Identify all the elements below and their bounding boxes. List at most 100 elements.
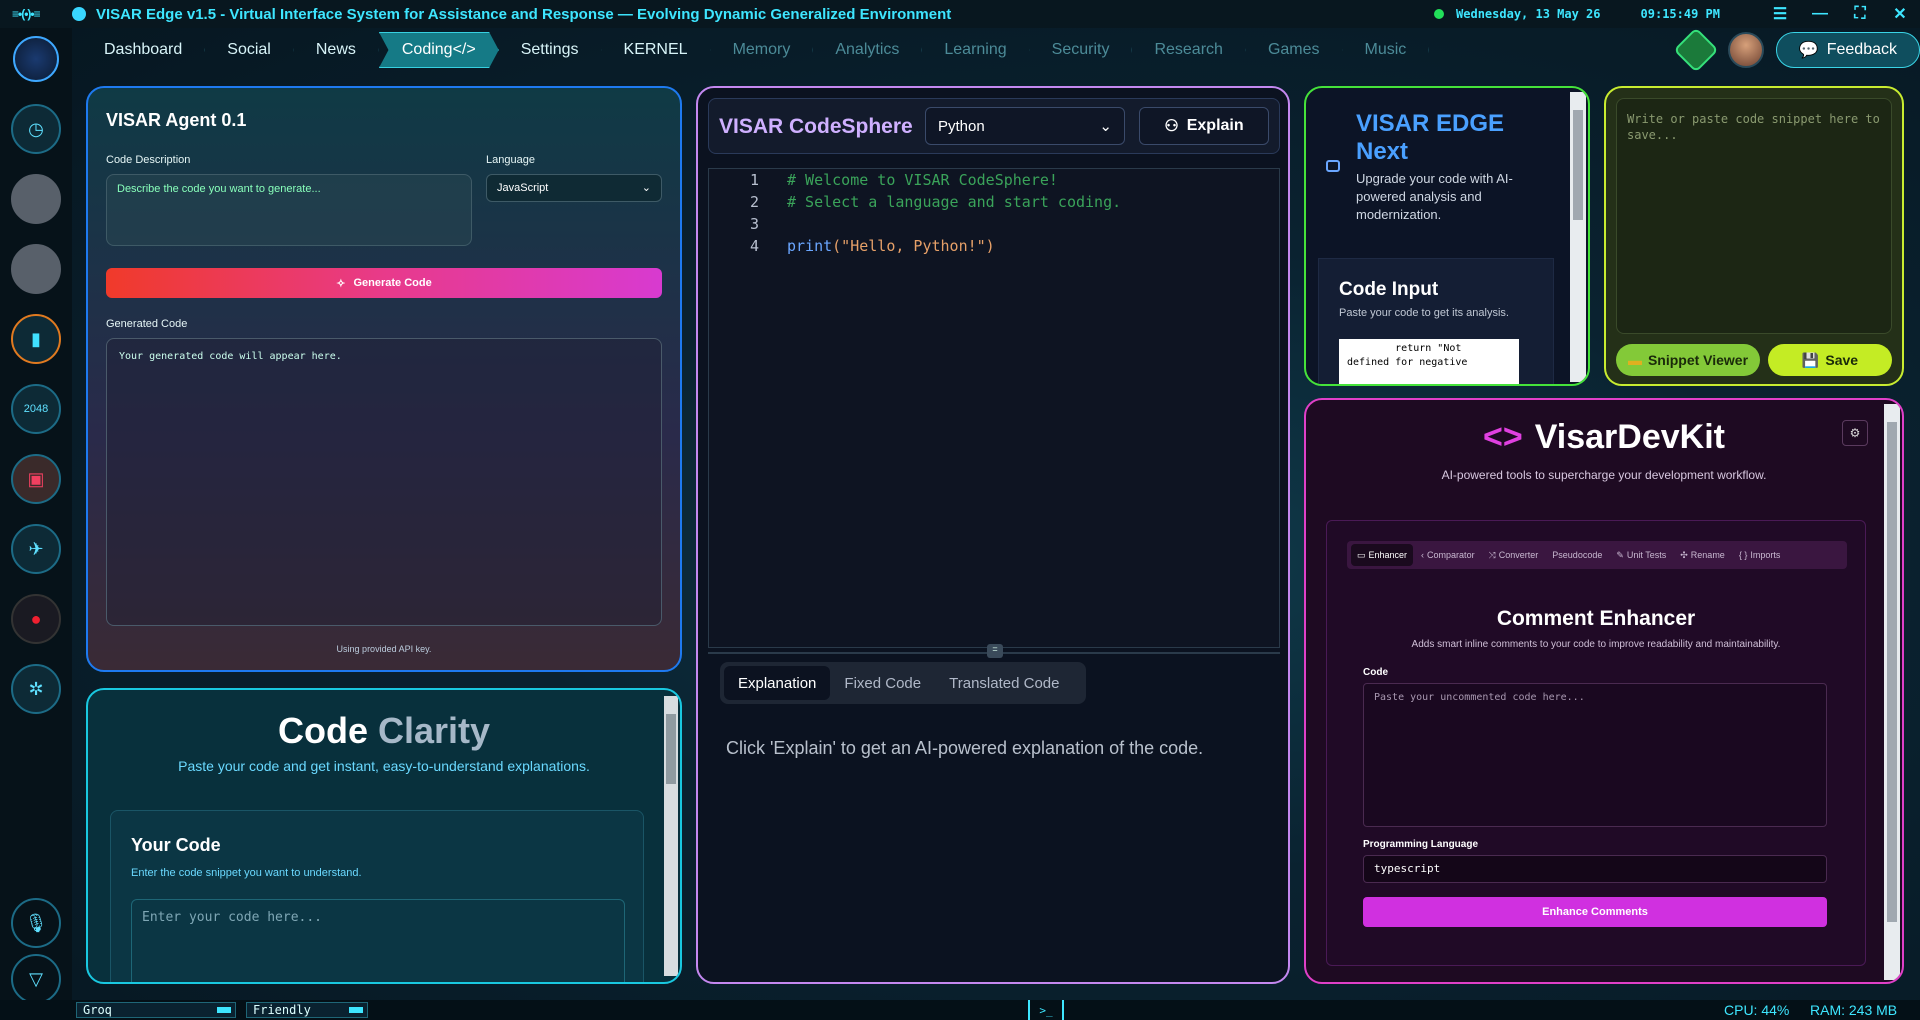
tool-enhancer[interactable]: ▭ Enhancer [1351, 544, 1414, 566]
magic-wand-icon: ✧ [336, 277, 346, 290]
explain-label: Explain [1186, 117, 1244, 134]
provider-select[interactable]: Groq [76, 1002, 236, 1018]
record-app-icon[interactable]: ● [11, 594, 61, 644]
edge-next-description: Upgrade your code with AI-powered analys… [1356, 171, 1513, 222]
tool-comparator[interactable]: ‹ Comparator [1415, 544, 1481, 566]
your-code-heading: Your Code [131, 835, 221, 855]
code-brackets-icon: <> [1483, 418, 1523, 456]
code-line: print("Hello, Python!") [787, 237, 995, 255]
code-editor[interactable]: 1 # Welcome to VISAR CodeSphere! 2 # Sel… [708, 168, 1280, 648]
game-app-icon[interactable]: ▮ [11, 314, 61, 364]
braces-icon: { } [1738, 550, 1748, 560]
compare-icon: ‹ [1421, 550, 1425, 560]
language-select-value: JavaScript [497, 182, 549, 194]
top-nav: Dashboard Social News Coding</> Settings… [72, 27, 1920, 73]
minimize-icon[interactable]: — [1800, 5, 1840, 23]
chevron-down-icon: ⌄ [641, 182, 651, 194]
tab-games[interactable]: Games [1246, 32, 1343, 68]
status-bar: Groq Friendly >_ CPU: 44% RAM: 243 MB [0, 1000, 1920, 1020]
scrollbar[interactable] [664, 696, 678, 976]
visar-logo-icon[interactable] [13, 36, 59, 82]
tab-coding[interactable]: Coding</> [378, 32, 499, 68]
tab-kernel[interactable]: KERNEL [602, 32, 711, 68]
feedback-button[interactable]: 💬 Feedback [1775, 32, 1920, 68]
tool-imports[interactable]: { } Imports [1733, 544, 1787, 566]
code-input-heading: Code Input [1339, 279, 1439, 300]
figure-app-icon[interactable]: ✲ [11, 664, 61, 714]
code-input-card: Code Input Paste your code to get its an… [1318, 258, 1554, 384]
language-select[interactable]: JavaScript ⌄ [486, 174, 662, 202]
generate-code-button[interactable]: ✧ Generate Code [106, 268, 662, 298]
tab-explanation[interactable]: Explanation [724, 666, 831, 700]
tab-news[interactable]: News [294, 32, 379, 68]
tab-translated-code[interactable]: Translated Code [935, 666, 1073, 700]
snippet-input[interactable]: Write or paste code snippet here to save… [1616, 98, 1892, 334]
code-clarity-title: Code Clarity [88, 710, 680, 752]
puzzle-app-icon[interactable]: ▣ [11, 454, 61, 504]
tool-rename[interactable]: ✣ Rename [1674, 544, 1731, 566]
devkit-toolbar: ▭ Enhancer ‹ Comparator ⤨ Converter Pseudoc… [1347, 541, 1847, 569]
robot-icon [1326, 160, 1340, 172]
snippet-viewer-button[interactable]: ▬ Snippet Viewer [1616, 344, 1760, 376]
explain-button[interactable]: ⚇ Explain [1139, 107, 1269, 145]
uncommented-code-input[interactable]: Paste your uncommented code here... [1363, 683, 1827, 827]
verified-check-icon[interactable] [1673, 27, 1719, 73]
codesphere-toolbar: VISAR CodeSphere Python ⌄ ⚇ Explain [708, 98, 1280, 154]
title-part-code: Code [277, 710, 368, 751]
code-line: # Select a language and start coding. [787, 193, 1122, 211]
terminal-icon[interactable]: >_ [1028, 1000, 1064, 1020]
save-button[interactable]: 💾 Save [1768, 344, 1892, 376]
resize-grip-icon[interactable]: = [987, 644, 1003, 658]
line-number: 2 [749, 193, 759, 211]
explanation-output: Click 'Explain' to get an AI-powered exp… [726, 738, 1204, 758]
tab-learning[interactable]: Learning [922, 32, 1030, 68]
avatar[interactable] [1727, 32, 1764, 68]
tool-unit-tests[interactable]: ✎ Unit Tests [1610, 544, 1672, 566]
code-description-input[interactable]: Describe the code you want to generate..… [106, 174, 472, 246]
2048-game-icon[interactable]: 2048 [11, 384, 61, 434]
tab-fixed-code[interactable]: Fixed Code [830, 666, 935, 700]
enhance-comments-button[interactable]: Enhance Comments [1363, 897, 1827, 927]
persona-select[interactable]: Friendly [246, 1002, 368, 1018]
tab-security[interactable]: Security [1030, 32, 1133, 68]
devkit-title-text: VisarDevKit [1534, 418, 1725, 456]
tab-music[interactable]: Music [1343, 32, 1430, 68]
tool-pseudocode[interactable]: Pseudocode [1546, 544, 1608, 566]
maximize-icon[interactable]: ⛶ [1840, 5, 1880, 23]
generated-code-output[interactable]: Your generated code will appear here. [106, 338, 662, 626]
devkit-tool-area: ▭ Enhancer ‹ Comparator ⤨ Converter Pseudoc… [1326, 520, 1866, 966]
app-slot-icon[interactable] [11, 244, 61, 294]
gear-icon[interactable]: ⚙ [1842, 420, 1868, 446]
online-status-icon [1434, 9, 1445, 19]
tab-settings[interactable]: Settings [499, 32, 602, 68]
microphone-icon[interactable]: 🎙 [11, 898, 61, 948]
agent-title: VISAR Agent 0.1 [106, 110, 247, 130]
tab-social[interactable]: Social [205, 32, 294, 68]
tab-analytics[interactable]: Analytics [813, 32, 923, 68]
tool-label: Rename [1690, 550, 1725, 560]
codesphere-panel: VISAR CodeSphere Python ⌄ ⚇ Explain 1 # … [696, 86, 1290, 984]
programming-language-input[interactable]: typescript [1363, 855, 1827, 883]
chat-bubble-icon: 💬 [1798, 42, 1819, 59]
scrollbar[interactable] [1570, 92, 1586, 382]
tab-dashboard[interactable]: Dashboard [82, 32, 206, 68]
tab-memory[interactable]: Memory [711, 32, 814, 68]
menu-icon[interactable]: ☰ [1760, 4, 1800, 24]
triangle-hub-icon[interactable]: ▽ [11, 954, 61, 1004]
tab-research[interactable]: Research [1132, 32, 1246, 68]
rename-icon: ✣ [1680, 549, 1688, 560]
clock-app-icon[interactable]: ◷ [11, 104, 61, 154]
app-slot-icon[interactable] [11, 174, 61, 224]
code-input[interactable]: Enter your code here... [131, 899, 625, 982]
tool-converter[interactable]: ⤨ Converter [1483, 544, 1545, 566]
tool-label: Pseudocode [1552, 550, 1603, 560]
line-number: 4 [749, 237, 759, 255]
scrollbar[interactable] [1884, 404, 1900, 980]
tool-label: Converter [1498, 550, 1539, 560]
language-select[interactable]: Python ⌄ [925, 107, 1125, 145]
spaceship-app-icon[interactable]: ✈ [11, 524, 61, 574]
close-icon[interactable]: ✕ [1880, 4, 1920, 24]
line-number: 3 [749, 215, 759, 233]
code-input-textarea[interactable]: return "Not defined for negative [1339, 339, 1519, 384]
visar-edge-next-panel: VISAR EDGE Next Upgrade your code with A… [1304, 86, 1590, 386]
